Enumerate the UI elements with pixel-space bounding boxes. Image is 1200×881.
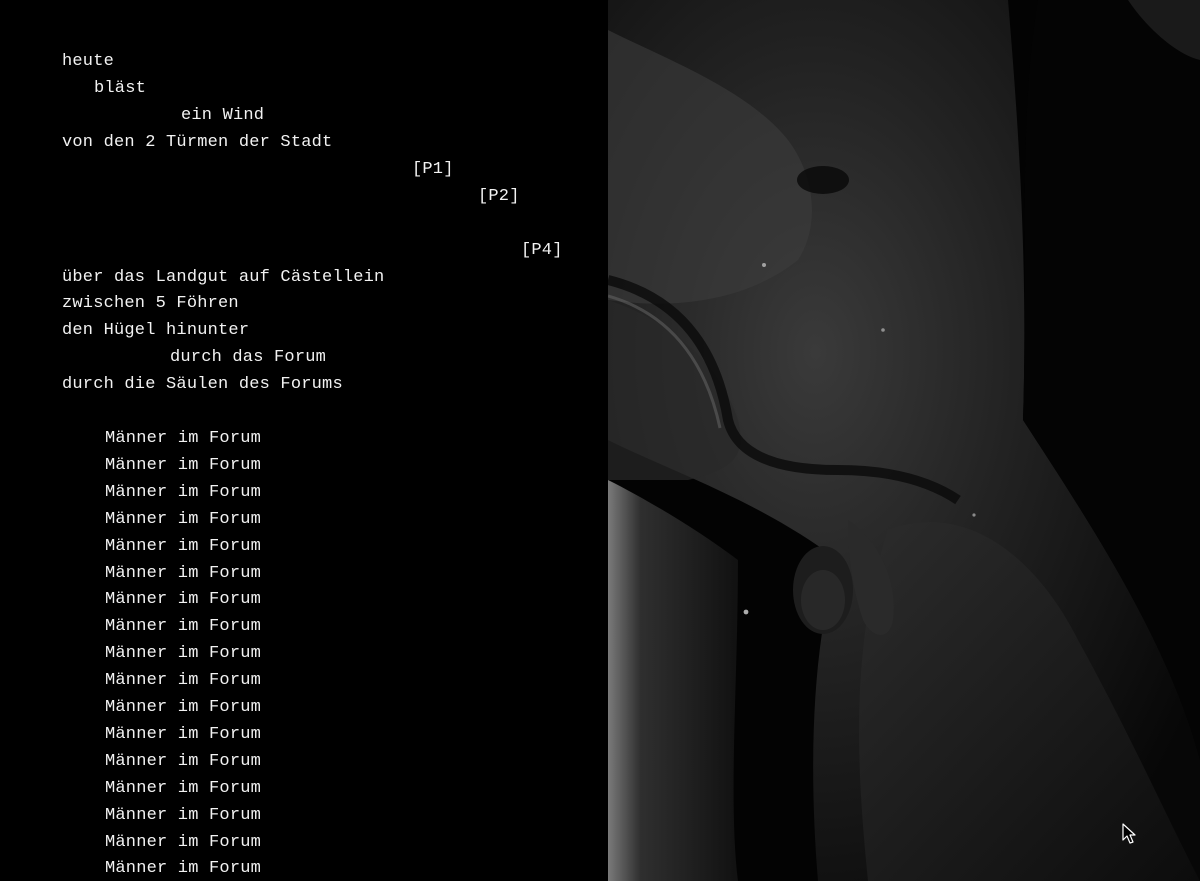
- refrain-line: Männer im Forum: [105, 429, 262, 448]
- statue-image: [608, 0, 1200, 881]
- refrain-line: Männer im Forum: [105, 751, 262, 771]
- refrain-line: Männer im Forum: [105, 509, 262, 529]
- poem-line: durch das Forum: [170, 348, 327, 367]
- page: heute bläst ein Wind von den 2 Türmen de…: [0, 0, 1200, 881]
- poem-line: heute: [62, 52, 115, 71]
- pointer-arrow-icon: [1122, 823, 1136, 845]
- footnote-link-p1[interactable]: [P1]: [412, 160, 454, 180]
- poem-line: über das Landgut auf Cästellein: [62, 268, 385, 287]
- refrain-line: Männer im Forum: [105, 644, 262, 664]
- refrain-line: Männer im Forum: [105, 536, 262, 556]
- poem-line: ein Wind: [181, 106, 265, 125]
- refrain-line: Männer im Forum: [105, 859, 262, 879]
- refrain-line: Männer im Forum: [105, 590, 262, 610]
- refrain-line: Männer im Forum: [105, 455, 262, 475]
- refrain-line: Männer im Forum: [105, 805, 262, 825]
- poem-line: bläst: [94, 79, 147, 98]
- poem-line: zwischen 5 Föhren: [62, 294, 239, 313]
- refrain-line: Männer im Forum: [105, 563, 262, 583]
- statue-photo: [608, 0, 1200, 881]
- footnote-link-p2[interactable]: [P2]: [478, 187, 520, 207]
- refrain-line: Männer im Forum: [105, 832, 262, 852]
- refrain-line: Männer im Forum: [105, 671, 262, 691]
- poem-line: durch die Säulen des Forums: [62, 375, 343, 394]
- refrain-line: Männer im Forum: [105, 617, 262, 637]
- poem-line: von den 2 Türmen der Stadt: [62, 133, 333, 152]
- refrain-line: Männer im Forum: [105, 482, 262, 502]
- refrain-line: Männer im Forum: [105, 724, 262, 744]
- refrain-line: Männer im Forum: [105, 778, 262, 798]
- refrain-line: Männer im Forum: [105, 698, 262, 717]
- poem-line: den Hügel hinunter: [62, 321, 250, 340]
- footnote-link-p4[interactable]: [P4]: [521, 241, 563, 261]
- poem-panel: heute bläst ein Wind von den 2 Türmen de…: [0, 0, 608, 881]
